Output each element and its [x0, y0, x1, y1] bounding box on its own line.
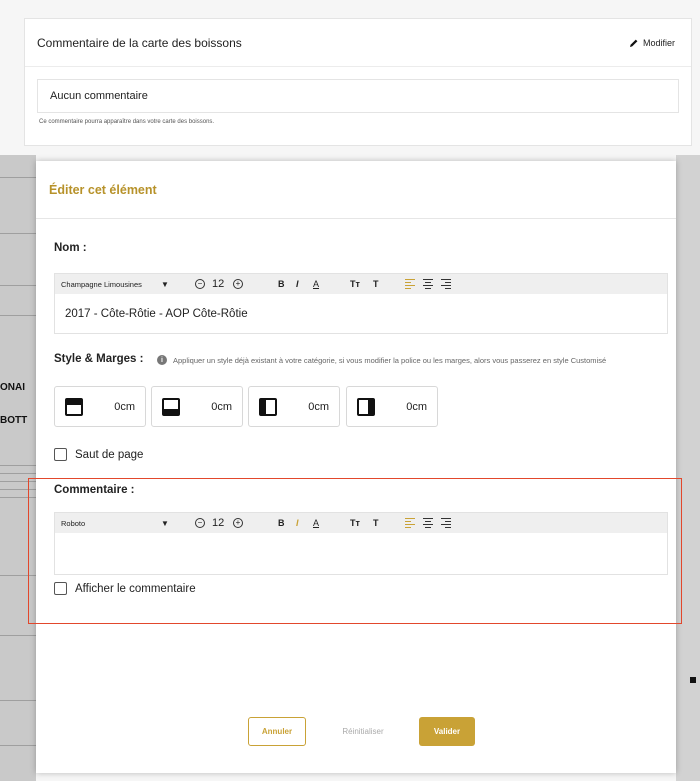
minus-circle-icon: − [195, 518, 205, 528]
font-size-value: 12 [212, 278, 225, 290]
margin-left-value: 0cm [308, 400, 329, 413]
style-margins-label: Style & Marges : [54, 353, 144, 365]
margin-left-icon [259, 397, 277, 416]
comment-bold-button[interactable]: B [278, 513, 285, 533]
comment-hint: Ce commentaire pourra apparaître dans vo… [39, 119, 215, 125]
font-select[interactable]: Champagne Limousines [61, 274, 142, 294]
name-label: Nom : [54, 242, 87, 254]
name-editor: Champagne Limousines ▼ − 12 + B I A Tт T… [54, 273, 668, 334]
margin-right-icon [357, 397, 375, 416]
comment-underline-button[interactable]: A [313, 513, 319, 533]
comment-text-size-button[interactable]: Tт [350, 513, 360, 533]
align-center-icon [423, 279, 433, 289]
margin-top-value: 0cm [114, 400, 135, 413]
style-hint: i Appliquer un style déjà existant à vot… [157, 355, 606, 365]
align-center-icon [423, 518, 433, 528]
comment-label: Commentaire : [54, 484, 135, 496]
margin-top-icon [65, 397, 83, 416]
comment-font-dropdown-caret-icon[interactable]: ▼ [161, 513, 169, 533]
card-title: Commentaire de la carte des boissons [37, 35, 242, 50]
comment-decrease-size-button[interactable]: − [195, 513, 205, 533]
card-header: Commentaire de la carte des boissons Mod… [25, 19, 691, 67]
modal-header: Éditer cet élément [36, 161, 676, 219]
align-right-icon [441, 279, 451, 289]
name-input[interactable]: 2017 - Côte-Rôtie - AOP Côte-Rôtie [55, 294, 667, 334]
style-hint-text: Appliquer un style déjà existant à votre… [173, 355, 607, 365]
comment-value: Aucun commentaire [50, 90, 148, 102]
increase-size-button[interactable]: + [233, 274, 243, 294]
edit-element-modal: Éditer cet élément [36, 161, 676, 773]
comment-align-right-button[interactable] [441, 513, 451, 533]
align-right-icon [441, 518, 451, 528]
page-break-checkbox[interactable] [54, 448, 67, 461]
margin-bottom-icon [162, 397, 180, 416]
comment-editor-toolbar: Roboto ▼ − 12 + B I A Tт T [55, 513, 667, 533]
cancel-button[interactable]: Annuler [248, 717, 306, 746]
comment-font-select[interactable]: Roboto [61, 513, 85, 533]
margin-right-value: 0cm [406, 400, 427, 413]
text-style-button[interactable]: T [373, 274, 379, 294]
margin-right-field[interactable]: 0cm [346, 386, 438, 427]
show-comment-option[interactable]: Afficher le commentaire [54, 582, 196, 595]
italic-button[interactable]: I [296, 274, 299, 294]
bold-button[interactable]: B [278, 274, 285, 294]
margin-bottom-field[interactable]: 0cm [151, 386, 243, 427]
edit-button[interactable]: Modifier [629, 38, 675, 48]
align-left-icon [405, 518, 415, 528]
decrease-size-button[interactable]: − [195, 274, 205, 294]
minus-circle-icon: − [195, 279, 205, 289]
margin-top-field[interactable]: 0cm [54, 386, 146, 427]
edit-label: Modifier [642, 37, 675, 48]
name-editor-toolbar: Champagne Limousines ▼ − 12 + B I A Tт T [55, 274, 667, 294]
comment-increase-size-button[interactable]: + [233, 513, 243, 533]
margin-left-field[interactable]: 0cm [248, 386, 340, 427]
page-break-option[interactable]: Saut de page [54, 448, 143, 461]
comment-align-center-button[interactable] [423, 513, 433, 533]
comment-value-box: Aucun commentaire [37, 79, 679, 113]
info-icon: i [157, 355, 167, 365]
plus-circle-icon: + [233, 518, 243, 528]
background-fragment-text-2: BOTT [0, 415, 28, 426]
drink-menu-comment-card: Commentaire de la carte des boissons Mod… [24, 18, 692, 146]
show-comment-label: Afficher le commentaire [75, 582, 196, 595]
comment-italic-button[interactable]: I [296, 513, 299, 533]
page-break-label: Saut de page [75, 448, 144, 461]
background-fragment-text-1: ONAI [0, 382, 25, 393]
background-right-fragment [676, 155, 700, 781]
comment-input[interactable] [55, 533, 667, 575]
pencil-icon [629, 39, 638, 47]
align-left-icon [405, 279, 415, 289]
font-dropdown-caret-icon[interactable]: ▼ [161, 274, 169, 294]
comment-align-left-button[interactable] [405, 513, 415, 533]
text-size-button[interactable]: Tт [350, 274, 360, 294]
comment-font-size-value: 12 [212, 517, 225, 529]
modal-title: Éditer cet élément [49, 182, 157, 197]
validate-button[interactable]: Valider [419, 717, 475, 746]
show-comment-checkbox[interactable] [54, 582, 67, 595]
margin-bottom-value: 0cm [211, 400, 232, 413]
align-left-button[interactable] [405, 274, 415, 294]
comment-text-style-button[interactable]: T [373, 513, 379, 533]
align-center-button[interactable] [423, 274, 433, 294]
background-table-fragment: ONAI BOTT [0, 155, 36, 781]
underline-button[interactable]: A [313, 274, 319, 294]
plus-circle-icon: + [233, 279, 243, 289]
reset-button[interactable]: Réinitialiser [331, 717, 395, 746]
comment-editor: Roboto ▼ − 12 + B I A Tт T [54, 512, 668, 575]
align-right-button[interactable] [441, 274, 451, 294]
